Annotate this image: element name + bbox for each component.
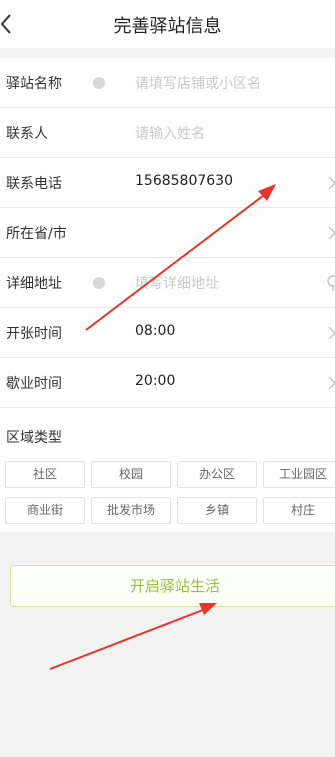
close-time-label: 歇业时间	[6, 376, 62, 392]
station-info-form: 驿站名称 请填写店铺或小区名 联系人 请输入姓名 联系电话 1568580763…	[0, 58, 335, 532]
open-time-value[interactable]: 08:00	[135, 323, 175, 339]
contact-row[interactable]: 联系人 请输入姓名	[0, 108, 335, 158]
info-dot-icon	[93, 77, 105, 89]
chevron-right-icon	[328, 376, 335, 390]
region-option[interactable]: 村庄	[263, 497, 335, 524]
address-input[interactable]: 填写详细地址	[135, 273, 219, 293]
station-name-input[interactable]: 请填写店铺或小区名	[135, 73, 261, 93]
province-row[interactable]: 所在省/市	[0, 208, 335, 258]
contact-label: 联系人	[6, 126, 48, 142]
open-time-row[interactable]: 开张时间 08:00	[0, 308, 335, 358]
page-title: 完善驿站信息	[113, 16, 222, 37]
region-option[interactable]: 工业园区	[263, 461, 335, 488]
address-row[interactable]: 详细地址 填写详细地址	[0, 258, 335, 308]
station-name-label: 驿站名称	[6, 76, 62, 92]
annotation-arrow	[49, 603, 217, 670]
chevron-right-icon	[328, 226, 335, 240]
open-time-label: 开张时间	[6, 326, 62, 342]
close-time-value[interactable]: 20:00	[135, 373, 175, 389]
chevron-right-icon	[328, 176, 335, 190]
header-bar: 完善驿站信息	[0, 0, 335, 48]
close-time-row[interactable]: 歇业时间 20:00	[0, 358, 335, 408]
open-station-button[interactable]: 开启驿站生活	[10, 565, 335, 607]
region-option[interactable]: 乡镇	[177, 497, 257, 524]
phone-row[interactable]: 联系电话 15685807630	[0, 158, 335, 208]
region-option[interactable]: 社区	[5, 461, 85, 488]
region-option[interactable]: 校园	[91, 461, 171, 488]
contact-input[interactable]: 请输入姓名	[135, 123, 205, 143]
address-label: 详细地址	[6, 276, 62, 292]
station-name-row[interactable]: 驿站名称 请填写店铺或小区名	[0, 58, 335, 108]
region-option[interactable]: 办公区	[177, 461, 257, 488]
region-option[interactable]: 批发市场	[91, 497, 171, 524]
region-type-label: 区域类型	[6, 430, 62, 446]
chevron-right-icon	[328, 326, 335, 340]
phone-input[interactable]: 15685807630	[135, 173, 233, 189]
info-dot-icon	[93, 277, 105, 289]
phone-label: 联系电话	[6, 176, 62, 192]
region-option[interactable]: 商业街	[5, 497, 85, 524]
location-pin-icon[interactable]	[326, 274, 335, 292]
province-label: 所在省/市	[6, 226, 67, 242]
